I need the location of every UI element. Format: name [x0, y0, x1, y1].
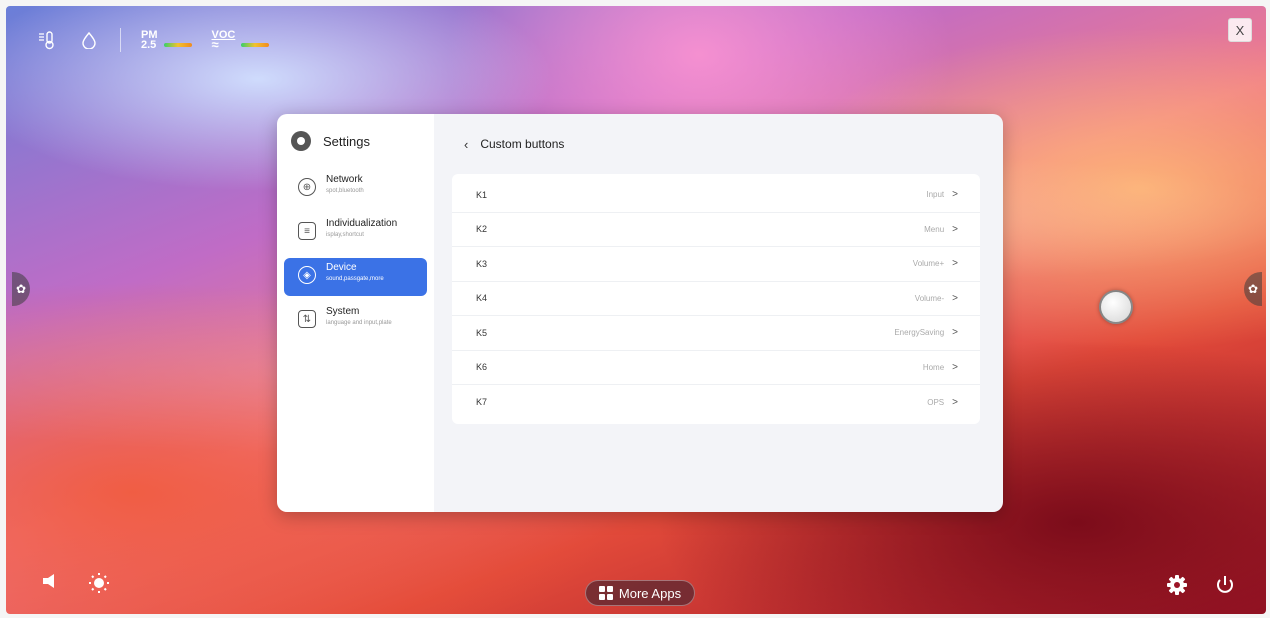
floating-assistive-ball[interactable]: [1099, 290, 1133, 324]
settings-panel: Settings ⊕ Network spot,bluetooth ≡ Indi…: [277, 114, 1003, 512]
chevron-right-icon: >: [952, 292, 958, 304]
settings-content: ‹ Custom buttons K1 Input > K2 Menu > K3 V…: [434, 114, 1003, 512]
sidebar-item-subtitle: language and input,plate: [326, 320, 392, 326]
more-apps-label: More Apps: [618, 585, 682, 601]
back-chevron-icon[interactable]: ‹: [464, 137, 468, 152]
settings-sidebar: Settings ⊕ Network spot,bluetooth ≡ Indi…: [277, 114, 434, 512]
close-button[interactable]: X: [1228, 18, 1252, 42]
chevron-right-icon: >: [952, 361, 958, 373]
content-header: ‹ Custom buttons: [464, 134, 983, 154]
sliders-icon: ⇅: [298, 310, 316, 328]
sidebar-item-subtitle: sound,passgate,more: [326, 276, 384, 282]
apps-grid-icon: [598, 586, 613, 600]
cube-icon: ◈: [298, 266, 316, 284]
divider: [120, 28, 121, 52]
row-value: Volume+: [912, 259, 945, 269]
bottom-left-controls: [42, 572, 110, 600]
voc-level-bar: [241, 43, 270, 47]
thermometer-icon[interactable]: [36, 29, 58, 51]
list-item[interactable]: K6 Home >: [452, 351, 980, 385]
settings-gear-icon: [291, 131, 311, 151]
right-edge-gear-icon[interactable]: ✿: [1244, 272, 1262, 306]
row-key: K5: [476, 327, 488, 338]
bottom-right-controls: [1166, 574, 1236, 602]
settings-title: Settings: [323, 133, 370, 149]
row-value: OPS: [927, 397, 945, 407]
left-edge-gear-icon[interactable]: ✿: [12, 272, 30, 306]
sidebar-item-subtitle: isplay,shortcut: [326, 232, 364, 238]
list-item[interactable]: K3 Volume+ >: [452, 247, 980, 282]
list-item[interactable]: K4 Volume- >: [452, 282, 980, 316]
sidebar-item-network[interactable]: ⊕ Network spot,bluetooth: [284, 170, 427, 208]
chevron-right-icon: >: [952, 258, 958, 270]
row-value: Home: [922, 362, 945, 372]
volume-icon[interactable]: [42, 572, 62, 600]
layout-icon: ≡: [298, 222, 316, 240]
row-key: K4: [476, 293, 488, 304]
sidebar-item-individualization[interactable]: ≡ Individualization isplay,shortcut: [284, 214, 427, 252]
chevron-right-icon: >: [952, 327, 958, 339]
settings-gear-icon[interactable]: [1166, 574, 1188, 602]
custom-buttons-list: K1 Input > K2 Menu > K3 Volume+ > K4 Volume…: [452, 174, 980, 424]
chevron-right-icon: >: [952, 223, 958, 235]
row-value: Volume-: [914, 293, 945, 303]
row-key: K1: [476, 189, 488, 200]
sidebar-item-device[interactable]: ◈ Device sound,passgate,more: [284, 258, 427, 296]
settings-header: Settings: [277, 128, 434, 154]
droplet-icon[interactable]: [78, 29, 100, 51]
voc-indicator[interactable]: VOC ≈: [211, 30, 270, 52]
chevron-right-icon: >: [952, 396, 958, 408]
sidebar-item-label: Network: [326, 174, 363, 185]
row-key: K7: [476, 397, 488, 408]
pm25-indicator[interactable]: PM 2.5: [141, 30, 192, 51]
more-apps-button[interactable]: More Apps: [585, 580, 695, 606]
row-value: Menu: [924, 224, 945, 234]
pm-level-bar: [163, 43, 192, 47]
sidebar-item-subtitle: spot,bluetooth: [326, 188, 364, 194]
sidebar-item-system[interactable]: ⇅ System language and input,plate: [284, 302, 427, 340]
page-title: Custom buttons: [480, 137, 565, 151]
sidebar-item-label: System: [326, 306, 360, 317]
list-item[interactable]: K5 EnergySaving >: [452, 316, 980, 351]
list-item[interactable]: K2 Menu >: [452, 213, 980, 247]
sidebar-item-label: Device: [326, 262, 357, 273]
pm-value-label: 2.5: [141, 39, 157, 51]
power-icon[interactable]: [1214, 574, 1236, 602]
globe-icon: ⊕: [298, 178, 316, 196]
list-item[interactable]: K1 Input >: [452, 178, 980, 213]
row-key: K3: [476, 258, 488, 269]
sidebar-item-label: Individualization: [326, 218, 398, 229]
settings-nav: ⊕ Network spot,bluetooth ≡ Individualiza…: [277, 170, 434, 340]
row-key: K2: [476, 224, 488, 235]
list-item[interactable]: K7 OPS >: [452, 385, 980, 420]
row-key: K6: [476, 362, 488, 373]
voc-wave-icon: ≈: [211, 37, 219, 52]
row-value: EnergySaving: [894, 328, 945, 338]
row-value: Input: [926, 190, 945, 200]
chevron-right-icon: >: [952, 189, 958, 201]
status-bar: PM 2.5 VOC ≈: [36, 28, 270, 52]
brightness-icon[interactable]: [88, 572, 110, 600]
